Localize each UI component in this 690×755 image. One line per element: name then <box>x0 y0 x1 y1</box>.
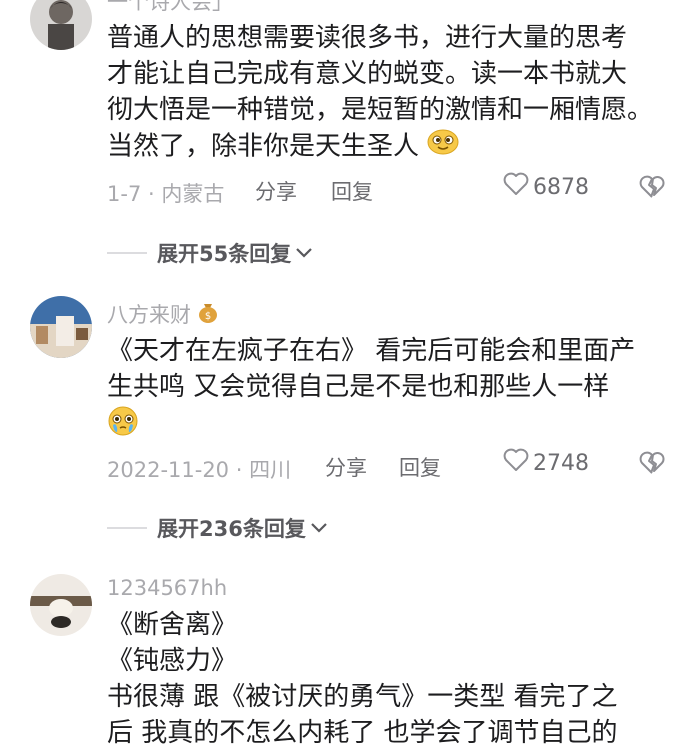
comment-line: 后 我真的不怎么内耗了 也学会了调节自己的 <box>107 718 618 748</box>
comment-line: 彻大悟是一种错觉，是短暂的激情和一厢情愿。 <box>107 95 654 125</box>
reply-button[interactable]: 回复 <box>399 452 441 482</box>
comment-line: 《断舍离》 <box>107 610 238 640</box>
smiling-face-emoji-icon <box>427 128 459 166</box>
comment-line: 当然了，除非你是天生圣人 <box>107 131 420 162</box>
chevron-down-icon <box>295 241 313 265</box>
like-button[interactable]: 6878 <box>503 172 589 202</box>
teary-face-emoji-icon <box>107 405 139 447</box>
comment-line-with-emoji <box>107 405 677 447</box>
avatar[interactable] <box>30 296 92 358</box>
money-bag-emoji-icon: $ <box>197 300 219 329</box>
like-count: 2748 <box>533 450 589 476</box>
comment-line: 生共鸣 又会觉得自己是不是也和那些人一样 <box>107 372 610 402</box>
comment-line: 《钝感力》 <box>107 646 238 676</box>
divider <box>107 252 147 254</box>
expand-replies-label: 展开236条回复 <box>157 517 306 541</box>
dislike-button[interactable] <box>639 451 665 480</box>
dislike-button[interactable] <box>639 175 665 204</box>
broken-heart-icon <box>639 175 665 204</box>
username[interactable]: 八方来财 <box>107 299 191 329</box>
svg-text:$: $ <box>205 311 211 322</box>
chevron-down-icon <box>310 516 328 540</box>
comment-line: 才能让自己完成有意义的蜕变。读一本书就大 <box>107 59 628 89</box>
comment-line: 书很薄 跟《被讨厌的勇气》一类型 看完了之 <box>107 682 618 712</box>
comment-text: 普通人的思想需要读很多书，进行大量的思考 才能让自己完成有意义的蜕变。读一本书就… <box>107 20 677 166</box>
comment-text: 《断舍离》 《钝感力》 书很薄 跟《被讨厌的勇气》一类型 看完了之 后 我真的不… <box>107 607 677 751</box>
comment-date-location: 1-7 · 内蒙古 <box>107 182 225 206</box>
reply-button[interactable]: 回复 <box>331 176 373 206</box>
username[interactable]: 一个诗人会」 <box>107 0 233 16</box>
like-count: 6878 <box>533 174 589 200</box>
username-row: 八方来财 $ <box>107 299 219 329</box>
comment-text: 《天才在左疯子在右》 看完后可能会和里面产 生共鸣 又会觉得自己是不是也和那些人… <box>107 333 677 447</box>
comment-line: 《天才在左疯子在右》 看完后可能会和里面产 <box>107 336 636 366</box>
comment-line: 普通人的思想需要读很多书，进行大量的思考 <box>107 23 628 53</box>
share-button[interactable]: 分享 <box>255 176 297 206</box>
username[interactable]: 1234567hh <box>107 576 227 600</box>
avatar[interactable] <box>30 574 92 636</box>
divider <box>107 527 147 529</box>
comment-meta: 2022-11-20 · 四川 分享 回复 2748 <box>107 448 690 484</box>
expand-replies-button[interactable]: 展开236条回复 <box>107 513 328 543</box>
share-button[interactable]: 分享 <box>325 452 367 482</box>
comment-line-with-emoji: 当然了，除非你是天生圣人 <box>107 128 677 166</box>
avatar[interactable] <box>30 0 92 50</box>
like-button[interactable]: 2748 <box>503 448 589 478</box>
expand-replies-label: 展开55条回复 <box>157 242 292 266</box>
heart-icon <box>503 172 529 202</box>
comment-meta: 1-7 · 内蒙古 分享 回复 6878 <box>107 172 690 208</box>
broken-heart-icon <box>639 451 665 480</box>
heart-icon <box>503 448 529 478</box>
expand-replies-button[interactable]: 展开55条回复 <box>107 238 313 268</box>
comment-date-location: 2022-11-20 · 四川 <box>107 458 292 482</box>
